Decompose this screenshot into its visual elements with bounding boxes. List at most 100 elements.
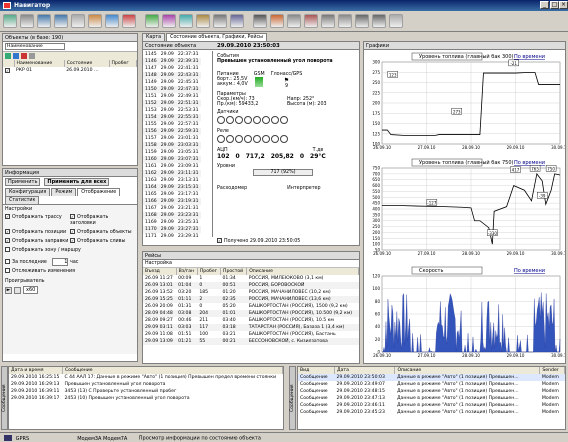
table-row[interactable]: Сообщение 29.09.2010 23:50:03 Данные в реж… [298,374,565,381]
col-header[interactable]: Sender [539,367,565,374]
globe-icon[interactable] [179,14,193,28]
table-row[interactable]: 29.09.2010 16:29:13 Превышен установленны… [9,381,283,388]
truck-icon[interactable] [37,14,51,28]
table-row[interactable]: 1155 29.09 22:57:31 [143,121,201,128]
table-row[interactable]: 1149 29.09 22:45:31 [143,79,201,86]
table-row[interactable]: 1154 29.09 22:55:31 [143,114,201,121]
by-time-link[interactable]: По времени [514,268,545,274]
chart-icon[interactable] [122,14,136,28]
truck-icon[interactable] [20,14,34,28]
minimize-button[interactable]: _ [540,1,549,9]
check-track-changes[interactable] [5,268,10,273]
check-show-positions[interactable]: ✓ Отображать позиции [5,229,70,235]
check-show-refuels[interactable]: ✓ Отображать заправки [5,238,70,244]
refresh-icon[interactable] [29,53,35,59]
arrow-icon[interactable] [287,14,301,28]
table-row[interactable]: 1156 29.09 22:59:31 [143,128,201,135]
col-header[interactable]: Сообщение [62,367,284,374]
table-row[interactable]: 28.09 04:48 03:08 204 01:01 БАШКОРТОСТАН (РО… [143,310,359,317]
tab-map[interactable]: Карта [142,33,166,41]
tab-state-graphs[interactable]: Состояние объекта, Графики, Рейсы [166,33,267,41]
table-icon[interactable] [105,14,119,28]
table-row[interactable]: ✓ РКР 01 26.09.2010 … [3,67,137,74]
edit-icon[interactable] [13,53,19,59]
table-row[interactable]: 1150 29.09 22:47:31 [143,86,201,93]
last-period-input[interactable]: 1 [52,258,69,266]
delete-icon[interactable] [21,53,27,59]
col-header[interactable]: Дата [334,367,396,374]
col-header[interactable]: Дата и время [9,367,63,374]
add-icon[interactable] [5,53,11,59]
check-show-zone[interactable]: Отображать зону / маршру [5,247,135,253]
table-row[interactable]: 1170 29.09 23:27:31 [143,226,201,233]
col-header[interactable]: Вид [298,367,335,374]
by-time-link[interactable]: По времени [514,54,545,60]
table-row[interactable]: Сообщение 29.09.2010 23:49:07 Данные в реж… [298,381,565,388]
col-header[interactable]: Вз/ган [176,268,198,275]
table-row[interactable]: 26.09 11:27 00:09 1 01:34 РОССИЯ, МИЛЕЮКОВО … [143,275,359,282]
route-icon[interactable] [230,14,244,28]
table-row[interactable]: 29.09 03:11 03:03 117 03:18 ТАТАРСТАН (РОССИ… [143,324,359,331]
apply-all-button[interactable]: Применить для всех [44,178,110,186]
table-row[interactable]: 29.09.2010 16:25:15 С 44 ААЛ 17: Данные в… [9,374,283,381]
close-button[interactable]: × [559,1,568,9]
apply-button[interactable]: Применить [5,178,41,186]
table-row[interactable]: 29.09.2010 16:39:17 2453 (10) Превышен ус… [9,395,283,402]
tool-icon[interactable] [338,14,352,28]
tab-statistics[interactable]: Статистик [5,196,40,204]
col-header[interactable]: Простой [220,268,248,275]
book-icon[interactable] [88,14,102,28]
check-last-period[interactable] [5,259,10,264]
table-row[interactable]: 1147 29.09 22:41:31 [143,65,201,72]
table-row[interactable]: 1168 29.09 23:23:31 [143,212,201,219]
cube-icon[interactable] [162,14,176,28]
table-row[interactable]: 1152 29.09 22:51:31 [143,100,201,107]
magnifier-icon[interactable] [253,14,267,28]
pencil-icon[interactable] [355,14,369,28]
speed-select[interactable]: x60 [23,286,39,294]
table-row[interactable]: 1146 29.09 22:39:31 [143,58,201,65]
table-row[interactable]: Сообщение 29.09.2010 23:45:23 Данные в реж… [298,409,565,416]
by-time-link[interactable]: По времени [514,160,545,166]
table-row[interactable]: 26.09 13:52 03:20 185 01:20 РОССИЯ, МАЧАНИЛО… [143,289,359,296]
check-show-track[interactable]: ✓ Отображать трассу [5,214,70,226]
col-header[interactable]: Пробег [109,60,138,67]
col-header[interactable]: Описание [246,268,359,275]
table-row[interactable]: 1158 29.09 23:03:31 [143,142,201,149]
table-row[interactable]: 1157 29.09 23:01:31 [143,135,201,142]
line-icon[interactable] [372,14,386,28]
wrench-icon[interactable] [213,14,227,28]
globe-icon[interactable] [145,14,159,28]
side-tab-messages-right[interactable]: Сообщения [289,366,296,430]
maximize-button[interactable]: □ [550,1,559,9]
check-show-headers[interactable]: ✓ Отображать заголовки [70,214,135,226]
table-row[interactable]: Сообщение 29.09.2010 23:47:13 Данные в реж… [298,395,565,402]
grid-icon[interactable] [71,14,85,28]
table-row[interactable]: 1162 29.09 23:11:31 [143,170,201,177]
table-row[interactable]: 1161 29.09 23:09:31 [143,163,201,170]
table-row[interactable]: 1163 29.09 23:13:31 [143,177,201,184]
table-row[interactable]: 26.09 13:01 01:04 0 00:51 РОССИЯ, БОРОВОСКОЙ [143,282,359,289]
table-row[interactable]: 29.09 13:09 01:21 55 00:21 БЕССОНОВСКОЙ, с. … [143,338,359,345]
col-header[interactable]: Наименование [14,60,65,67]
table-row[interactable]: 1169 29.09 23:25:31 [143,219,201,226]
table-row[interactable]: 26.09 20:09 01:31 0 05:20 БАШКОРТОСТАН (РОСС… [143,303,359,310]
table-row[interactable]: 1165 29.09 23:17:31 [143,191,201,198]
tool-icon[interactable] [321,14,335,28]
table-row[interactable]: 1171 29.09 23:29:31 [143,233,201,237]
col-header[interactable]: Описание [394,367,541,374]
col-header[interactable]: Состояние [64,60,110,67]
table-row[interactable]: 29.09 11:08 01:51 100 03:21 БАШКОРТОСТАН (РО… [143,331,359,338]
table-row[interactable]: 1166 29.09 23:19:31 [143,198,201,205]
table-row[interactable]: 1164 29.09 23:15:31 [143,184,201,191]
table-row[interactable]: 26.09 15:25 01:11 2 02:35 РОССИЯ, МАЧАНИЛОВЕ… [143,296,359,303]
row-checkbox[interactable]: ✓ [5,67,10,73]
play-icon[interactable]: ► [5,286,12,294]
trips-settings-button[interactable]: Настройка [143,260,359,268]
arrow-icon[interactable] [3,14,17,28]
table-row[interactable]: Сообщение 29.09.2010 23:48:15 Данные в реж… [298,388,565,395]
table-row[interactable]: 1145 29.09 22:37:31 [143,51,201,58]
doc-icon[interactable] [389,14,403,28]
side-tab-messages-left[interactable]: Сообщения [1,366,8,430]
table-row[interactable]: 1153 29.09 22:53:31 [143,107,201,114]
